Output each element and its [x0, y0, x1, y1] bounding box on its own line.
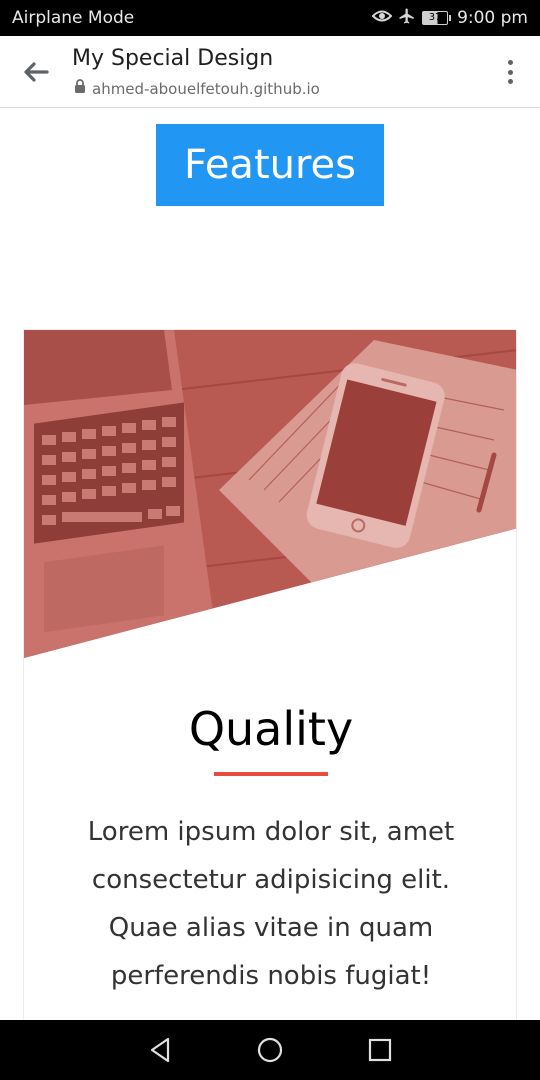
- status-icons: 37 9:00 pm: [371, 7, 528, 30]
- system-navigation-bar: [0, 1020, 540, 1080]
- browser-toolbar: My Special Design ahmed-abouelfetouh.git…: [0, 36, 540, 108]
- back-button[interactable]: [18, 56, 54, 88]
- back-arrow-icon: [24, 62, 49, 82]
- nav-back-icon: [150, 1037, 170, 1063]
- status-airplane-mode-text: Airplane Mode: [12, 8, 135, 28]
- features-heading: Features: [156, 124, 384, 206]
- nav-home-button[interactable]: [256, 1036, 284, 1064]
- page-title: My Special Design: [72, 46, 274, 71]
- battery-icon: 37: [422, 11, 452, 25]
- status-time: 9:00 pm: [457, 8, 528, 28]
- status-bar: Airplane Mode 37 9:00 pm: [0, 0, 540, 36]
- overflow-menu-icon: [507, 60, 513, 65]
- nav-back-button[interactable]: [146, 1036, 174, 1064]
- nav-recents-button[interactable]: [366, 1036, 394, 1064]
- feature-image: [24, 330, 516, 658]
- feature-description: Lorem ipsum dolor sit, amet consectetur …: [87, 817, 455, 991]
- title-underline: [214, 772, 328, 776]
- overflow-menu-button[interactable]: [500, 56, 520, 88]
- nav-home-icon: [257, 1037, 283, 1063]
- url-bar[interactable]: ahmed-abouelfetouh.github.io: [74, 79, 320, 98]
- feature-card: Quality Lorem ipsum dolor sit, amet cons…: [23, 329, 517, 1029]
- airplane-icon: [398, 7, 416, 30]
- nav-recents-icon: [368, 1038, 392, 1062]
- battery-level: 37: [422, 11, 449, 25]
- url-text: ahmed-abouelfetouh.github.io: [92, 79, 320, 98]
- feature-title: Quality: [188, 702, 354, 756]
- eye-comfort-icon: [371, 8, 393, 28]
- lock-icon: [74, 79, 86, 98]
